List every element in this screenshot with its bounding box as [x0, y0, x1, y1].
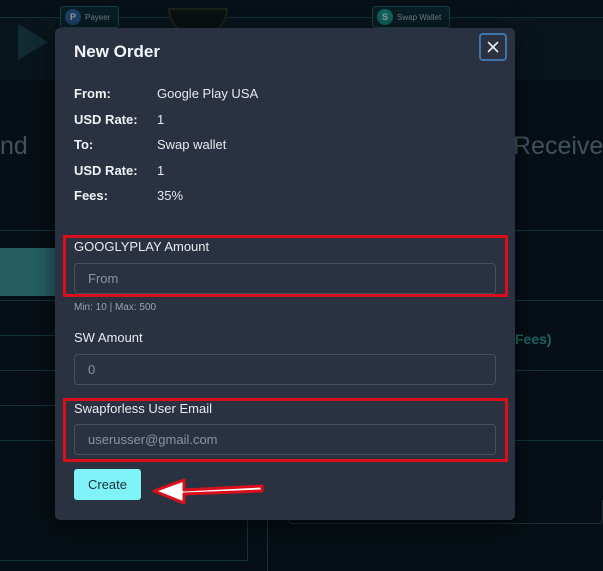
sw-amount-input[interactable] [74, 354, 496, 385]
info-value: 35% [157, 188, 184, 203]
amount-field-highlight [63, 235, 508, 297]
sw-amount-label: SW Amount [74, 330, 143, 345]
info-label: Fees: [74, 188, 108, 203]
info-label: To: [74, 137, 94, 152]
info-value: 1 [157, 163, 165, 178]
close-button[interactable] [479, 33, 507, 61]
info-label: From: [74, 86, 111, 101]
info-label: USD Rate: [74, 163, 138, 178]
info-value: Swap wallet [157, 137, 227, 152]
close-icon [487, 41, 499, 53]
email-field-highlight [63, 398, 508, 462]
info-value: 1 [157, 112, 165, 127]
info-label: USD Rate: [74, 112, 138, 127]
modal-title: New Order [74, 42, 160, 61]
create-button[interactable]: Create [74, 469, 141, 500]
amount-limits-hint: Min: 10 | Max: 500 [74, 302, 157, 313]
arrow-annotation-icon [152, 478, 264, 505]
info-value: Google Play USA [157, 86, 259, 101]
